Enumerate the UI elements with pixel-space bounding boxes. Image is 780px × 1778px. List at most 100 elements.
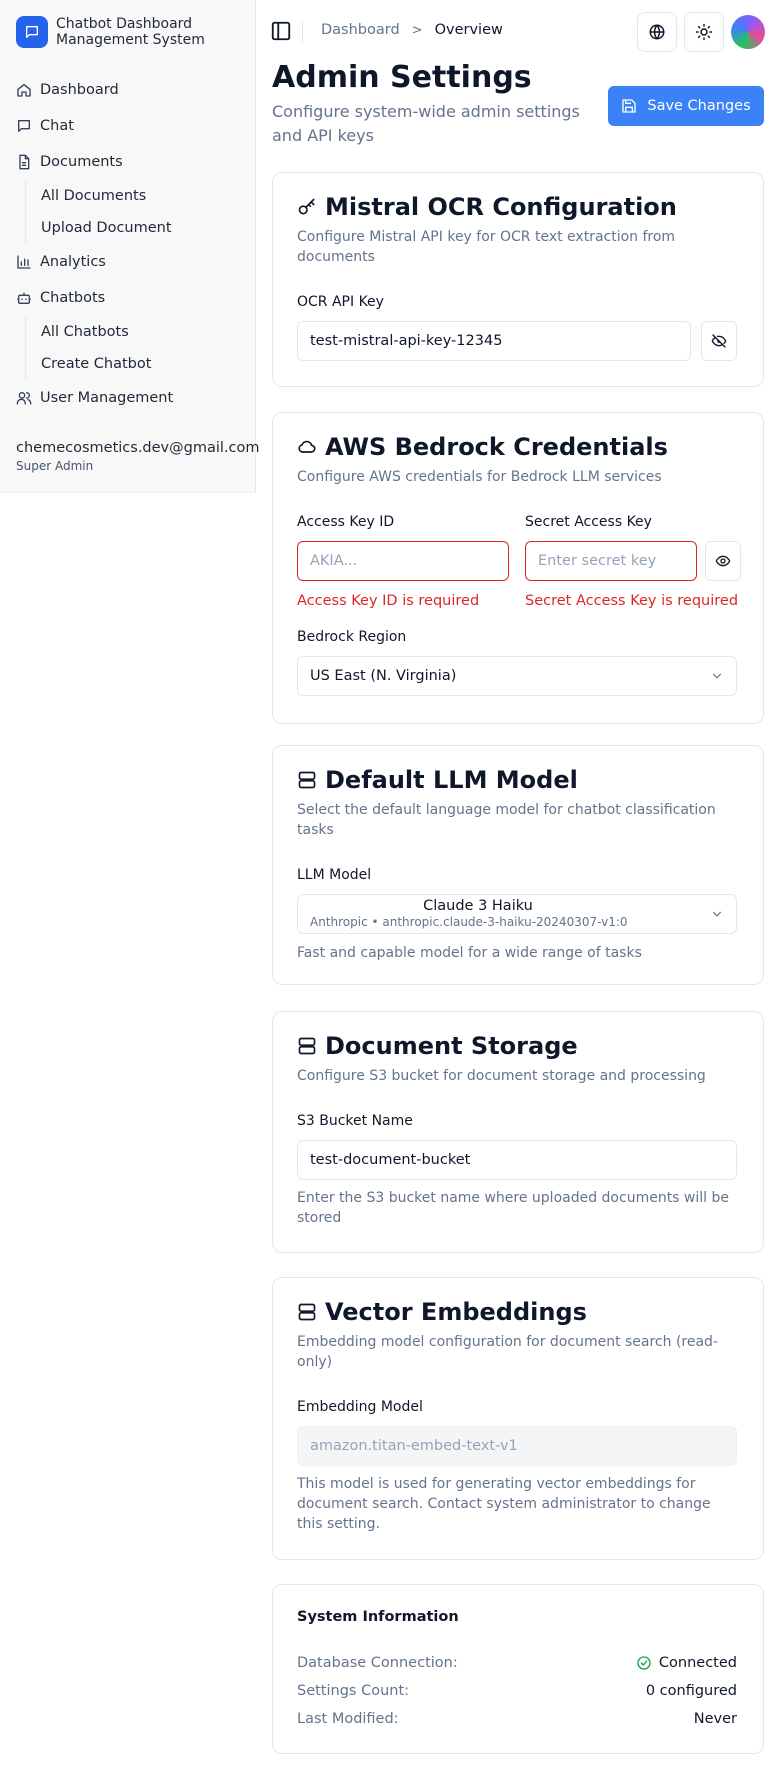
save-button-label: Save Changes [647, 98, 751, 114]
bucket-help: Enter the S3 bucket name where uploaded … [297, 1190, 729, 1226]
globe-icon [648, 23, 666, 41]
ocr-key-label: OCR API Key [297, 294, 384, 310]
sidebar-item-all-chatbots[interactable]: All Chatbots [26, 316, 256, 348]
key-icon [297, 197, 317, 217]
bucket-label: S3 Bucket Name [297, 1113, 413, 1129]
card-description: Embedding model configuration for docume… [297, 1334, 718, 1370]
home-icon [16, 82, 32, 98]
sidebar-item-chatbots[interactable]: Chatbots [0, 280, 256, 316]
chevron-down-icon [710, 669, 724, 683]
sidebar-nav: Dashboard Chat Documents All Documents U… [0, 72, 256, 416]
user-profile[interactable]: chemecosmetics.dev@gmail.com Super Admin [16, 440, 259, 473]
breadcrumb: Dashboard > Overview [321, 22, 503, 38]
system-info-row: Settings Count: 0 configured [297, 1683, 737, 1699]
sidebar-item-upload-document[interactable]: Upload Document [26, 212, 256, 244]
secret-key-error: Secret Access Key is required [525, 593, 739, 609]
ocr-card: Mistral OCR Configuration Configure Mist… [272, 172, 764, 387]
page-title: Admin Settings [272, 60, 532, 95]
card-description: Configure AWS credentials for Bedrock LL… [297, 469, 662, 485]
system-info-title: System Information [297, 1609, 459, 1625]
sidebar-item-create-chatbot[interactable]: Create Chatbot [26, 348, 256, 380]
card-description: Configure Mistral API key for OCR text e… [297, 229, 676, 265]
chatbots-submenu: All Chatbots Create Chatbot [25, 316, 256, 380]
sidebar-toggle-icon[interactable] [270, 20, 292, 42]
card-description: Configure S3 bucket for document storage… [297, 1068, 706, 1084]
embeddings-title-text: Vector Embeddings [325, 1298, 587, 1326]
user-email: chemecosmetics.dev@gmail.com [16, 440, 260, 456]
eye-off-icon [711, 333, 727, 349]
language-button[interactable] [637, 12, 677, 52]
breadcrumb-dashboard[interactable]: Dashboard [321, 22, 400, 38]
cloud-icon [297, 437, 317, 457]
bucket-name-input[interactable]: test-document-bucket [297, 1140, 737, 1180]
secret-key-input[interactable]: Enter secret key [525, 541, 697, 581]
sidebar-item-dashboard[interactable]: Dashboard [0, 72, 256, 108]
llm-model-select[interactable]: Claude 3 Haiku Anthropic • anthropic.cla… [297, 894, 737, 934]
sidebar-item-label: Chatbots [40, 290, 106, 306]
sidebar-item-user-management[interactable]: User Management [0, 380, 256, 416]
llm-card: Default LLM Model Select the default lan… [272, 745, 764, 985]
check-circle-icon [636, 1655, 652, 1671]
llm-model-meta: Anthropic • anthropic.claude-3-haiku-202… [310, 915, 628, 929]
brand[interactable]: Chatbot Dashboard Management System [16, 16, 236, 48]
chevron-down-icon [710, 907, 724, 921]
sidebar-item-all-documents[interactable]: All Documents [26, 180, 256, 212]
topbar: Dashboard > Overview [256, 0, 780, 64]
embedding-help: This model is used for generating vector… [297, 1476, 711, 1532]
save-icon [621, 98, 637, 114]
users-icon [16, 390, 32, 406]
region-value: US East (N. Virginia) [310, 668, 457, 684]
llm-title-text: Default LLM Model [325, 766, 578, 794]
sidebar-item-analytics[interactable]: Analytics [0, 244, 256, 280]
toggle-visibility-button[interactable] [705, 541, 741, 581]
system-info-row: Last Modified: Never [297, 1711, 737, 1727]
document-icon [16, 154, 32, 170]
sidebar-item-label: Chat [40, 118, 74, 134]
sidebar-item-chat[interactable]: Chat [0, 108, 256, 144]
server-icon [297, 1302, 317, 1322]
aws-title-text: AWS Bedrock Credentials [325, 433, 668, 461]
card-title: Vector Embeddings [297, 1298, 587, 1326]
embedding-model-input: amazon.titan-embed-text-v1 [297, 1426, 737, 1466]
access-key-input[interactable]: AKIA... [297, 541, 509, 581]
ocr-title-text: Mistral OCR Configuration [325, 193, 677, 221]
system-info-row: Database Connection: Connected [297, 1655, 737, 1671]
system-info-key: Settings Count: [297, 1683, 410, 1699]
card-title: Mistral OCR Configuration [297, 193, 677, 221]
embeddings-card: Vector Embeddings Embedding model config… [272, 1277, 764, 1560]
system-info-key: Last Modified: [297, 1711, 399, 1727]
bar-chart-icon [16, 254, 32, 270]
sidebar-item-label: Dashboard [40, 82, 119, 98]
sun-icon [695, 23, 713, 41]
card-description: Select the default language model for ch… [297, 802, 716, 838]
chat-logo-icon [16, 16, 48, 48]
access-key-error: Access Key ID is required [297, 593, 480, 609]
app-title: Chatbot Dashboard Management System [56, 16, 205, 48]
documents-submenu: All Documents Upload Document [25, 180, 256, 244]
last-modified: Never [693, 1711, 737, 1727]
save-button[interactable]: Save Changes [608, 86, 764, 126]
sidebar-item-label: Analytics [40, 254, 106, 270]
divider [302, 22, 303, 42]
storage-card: Document Storage Configure S3 bucket for… [272, 1011, 764, 1253]
message-icon [16, 118, 32, 134]
sidebar: Chatbot Dashboard Management System Dash… [0, 0, 259, 493]
card-title: Default LLM Model [297, 766, 578, 794]
page-subtitle: Configure system-wide admin settings and… [272, 102, 580, 145]
sidebar-item-documents[interactable]: Documents [0, 144, 256, 180]
card-title: Document Storage [297, 1032, 578, 1060]
card-title: AWS Bedrock Credentials [297, 433, 668, 461]
system-info-card: System Information Database Connection: … [272, 1584, 764, 1754]
database-status: Connected [658, 1655, 737, 1671]
llm-model-name: Claude 3 Haiku [423, 898, 533, 914]
aws-card: AWS Bedrock Credentials Configure AWS cr… [272, 412, 764, 724]
region-select[interactable]: US East (N. Virginia) [297, 656, 737, 696]
server-icon [297, 1036, 317, 1056]
llm-model-label: LLM Model [297, 867, 372, 883]
server-icon [297, 770, 317, 790]
theme-toggle-button[interactable] [684, 12, 724, 52]
toggle-visibility-button[interactable] [701, 321, 737, 361]
ocr-api-key-input[interactable]: test-mistral-api-key-12345 [297, 321, 691, 361]
avatar[interactable] [731, 15, 765, 49]
eye-icon [715, 553, 731, 569]
